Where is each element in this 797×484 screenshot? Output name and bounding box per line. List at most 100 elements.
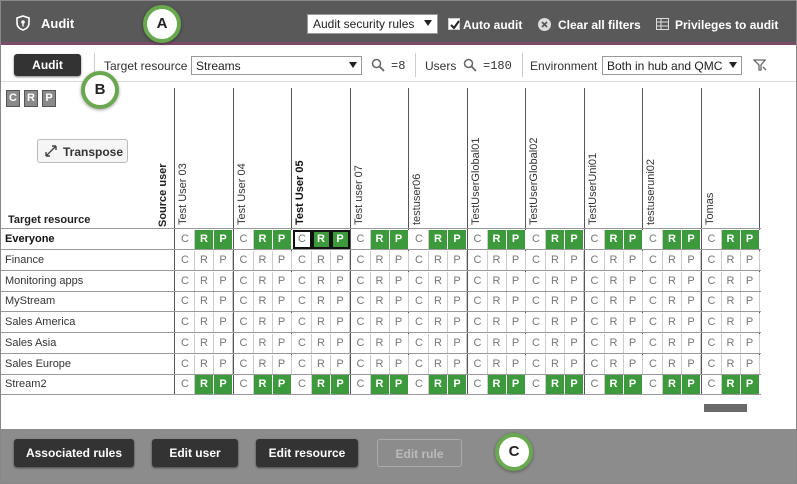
privilege-cell[interactable]: P: [507, 354, 526, 374]
privilege-cell[interactable]: C: [293, 333, 312, 353]
privilege-cell[interactable]: R: [487, 375, 507, 395]
privilege-cell[interactable]: P: [389, 375, 409, 395]
privilege-cell[interactable]: P: [741, 250, 760, 270]
privilege-cell[interactable]: C: [352, 375, 371, 395]
privilege-cell[interactable]: C: [703, 313, 722, 332]
privilege-cell[interactable]: P: [565, 230, 584, 249]
privilege-cell[interactable]: P: [682, 250, 701, 270]
privilege-cell[interactable]: P: [448, 333, 467, 353]
privilege-cell[interactable]: C: [176, 333, 195, 353]
privilege-cell[interactable]: C: [352, 230, 371, 249]
privilege-cell[interactable]: R: [429, 230, 448, 249]
privilege-cell[interactable]: P: [565, 271, 584, 291]
row-header-resource[interactable]: Finance: [5, 254, 44, 266]
table-row[interactable]: Sales Europe C R P C R P C R P C R P C R P C R P C R P C R P C R P C…: [1, 354, 761, 375]
privilege-cell[interactable]: P: [623, 230, 643, 249]
privilege-cell[interactable]: R: [605, 313, 624, 332]
privilege-cell[interactable]: R: [312, 354, 331, 374]
privilege-cell[interactable]: R: [254, 333, 273, 353]
privilege-cell[interactable]: R: [253, 375, 273, 395]
privilege-cell[interactable]: P: [331, 313, 350, 332]
privilege-cell[interactable]: R: [604, 230, 624, 249]
privilege-cell[interactable]: P: [214, 292, 233, 312]
privilege-cell[interactable]: R: [546, 375, 565, 395]
privilege-cell[interactable]: R: [195, 271, 214, 291]
clear-filters-icon[interactable]: [538, 18, 551, 31]
privilege-cell[interactable]: C: [352, 292, 371, 312]
target-resource-select[interactable]: Streams: [191, 56, 362, 75]
privilege-cell[interactable]: R: [429, 333, 448, 353]
privilege-cell[interactable]: P: [331, 271, 350, 291]
privilege-cell[interactable]: R: [663, 271, 682, 291]
row-header-resource[interactable]: Sales Asia: [5, 337, 56, 349]
privilege-cell[interactable]: P: [273, 292, 292, 312]
privilege-cell[interactable]: P: [448, 271, 467, 291]
privilege-cell[interactable]: P: [565, 375, 584, 395]
privilege-cell[interactable]: R: [722, 333, 741, 353]
privilege-cell[interactable]: P: [682, 313, 701, 332]
privilege-cell[interactable]: P: [565, 313, 584, 332]
privilege-cell[interactable]: C: [703, 333, 722, 353]
privilege-cell[interactable]: C: [176, 250, 195, 270]
toggle-create-button[interactable]: C: [6, 90, 20, 107]
edit-user-button[interactable]: Edit user: [152, 439, 238, 467]
privilege-cell[interactable]: R: [721, 230, 741, 249]
clear-filter-icon[interactable]: [753, 58, 767, 72]
privilege-cell[interactable]: P: [565, 333, 584, 353]
privilege-cell[interactable]: C: [176, 375, 195, 395]
privilege-cell[interactable]: P: [331, 333, 350, 353]
privilege-cell[interactable]: P: [682, 292, 701, 312]
security-rules-select[interactable]: Audit security rules: [307, 14, 438, 34]
privilege-cell[interactable]: R: [429, 354, 448, 374]
row-header-resource[interactable]: Sales Europe: [5, 358, 71, 370]
row-header-resource[interactable]: Sales America: [5, 316, 75, 328]
privilege-cell[interactable]: C: [235, 313, 254, 332]
privilege-cell[interactable]: P: [272, 375, 292, 395]
privilege-cell[interactable]: C: [410, 375, 429, 395]
privilege-cell[interactable]: C: [703, 375, 722, 395]
row-header-resource[interactable]: MyStream: [5, 295, 55, 307]
privilege-cell[interactable]: C: [469, 354, 488, 374]
privilege-cell[interactable]: C: [586, 230, 605, 249]
privilege-cell[interactable]: R: [195, 230, 214, 249]
auto-audit-label[interactable]: Auto audit: [463, 18, 522, 32]
privilege-cell[interactable]: P: [214, 354, 233, 374]
privilege-cell[interactable]: C: [176, 354, 195, 374]
privilege-cell[interactable]: C: [176, 292, 195, 312]
edit-resource-button[interactable]: Edit resource: [256, 439, 358, 467]
row-header-resource[interactable]: Monitoring apps: [5, 275, 83, 287]
privilege-cell[interactable]: R: [488, 250, 507, 270]
privilege-cell[interactable]: R: [721, 375, 741, 395]
privilege-cell[interactable]: C: [469, 375, 488, 395]
privilege-cell[interactable]: P: [214, 313, 233, 332]
privilege-cell[interactable]: C: [644, 375, 663, 395]
privilege-cell[interactable]: R: [371, 292, 390, 312]
privilege-cell[interactable]: P: [448, 354, 467, 374]
privilege-cell[interactable]: C: [410, 271, 429, 291]
privilege-cell[interactable]: R: [605, 250, 624, 270]
privilege-cell[interactable]: P: [331, 250, 350, 270]
privilege-cell[interactable]: R: [254, 250, 273, 270]
privilege-cell[interactable]: P: [565, 292, 584, 312]
privilege-cell[interactable]: R: [663, 292, 682, 312]
privilege-cell[interactable]: P: [741, 333, 760, 353]
privilege-cell[interactable]: P: [273, 313, 292, 332]
privilege-cell[interactable]: C: [469, 271, 488, 291]
privilege-cell[interactable]: P: [448, 230, 467, 249]
privilege-cell[interactable]: P: [448, 375, 467, 395]
privilege-cell[interactable]: C: [410, 230, 429, 249]
edit-rule-button[interactable]: Edit rule: [377, 439, 462, 467]
privilege-cell[interactable]: P: [624, 250, 643, 270]
privilege-cell[interactable]: R: [371, 354, 390, 374]
privilege-cell[interactable]: C: [644, 250, 663, 270]
table-row[interactable]: Stream2 C R P C R P C R P C R P C R P C R P C R P C R P C R P C R P: [1, 374, 761, 396]
privilege-cell[interactable]: P: [507, 333, 526, 353]
privilege-cell[interactable]: P: [682, 333, 701, 353]
privilege-cell[interactable]: R: [371, 313, 390, 332]
privilege-cell[interactable]: R: [546, 271, 565, 291]
privilege-cell[interactable]: P: [272, 230, 292, 249]
privilege-cell[interactable]: C: [235, 354, 254, 374]
privilege-cell[interactable]: R: [312, 375, 331, 395]
privilege-cell[interactable]: C: [703, 354, 722, 374]
privilege-cell[interactable]: R: [429, 313, 448, 332]
